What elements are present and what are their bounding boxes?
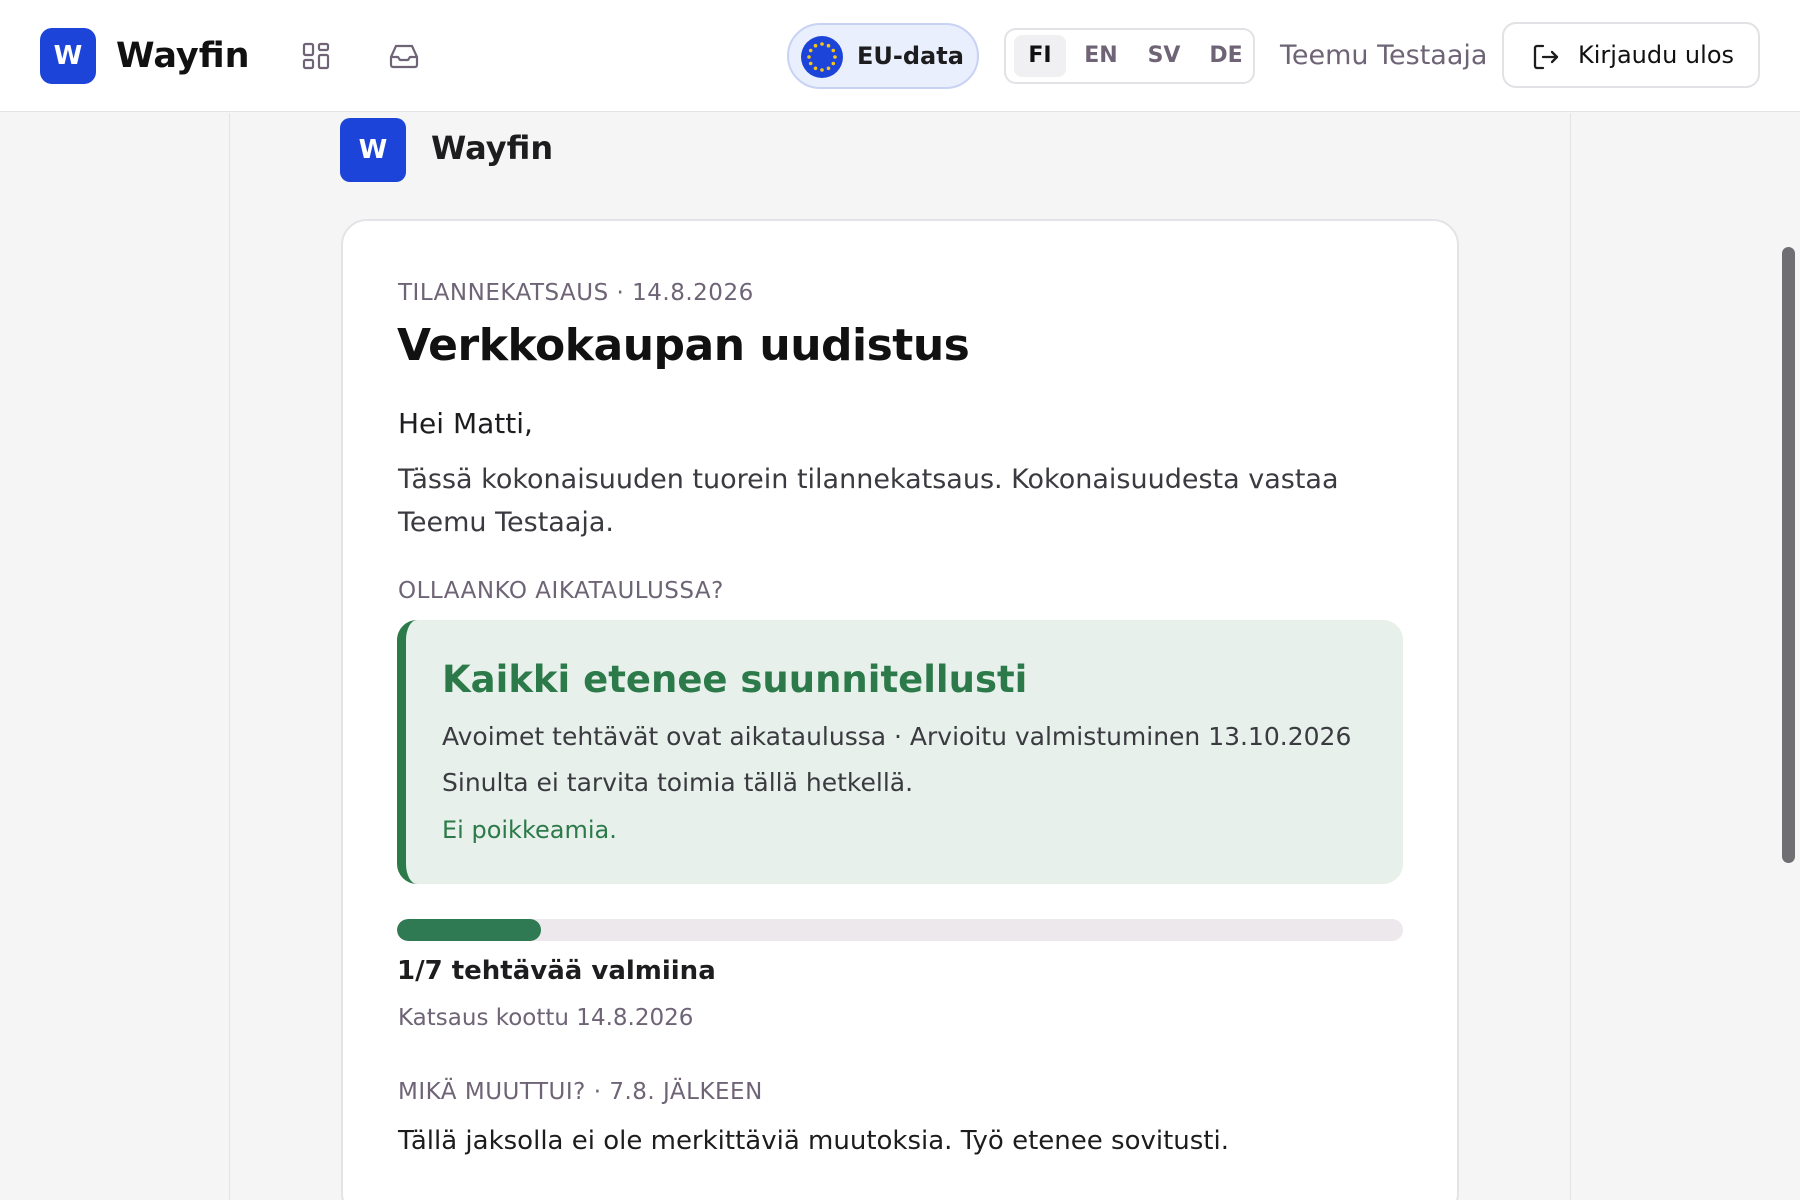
logout-button[interactable]: Kirjaudu ulos [1502, 22, 1760, 88]
language-fi[interactable]: FI [1014, 35, 1066, 77]
page-title: Verkkokaupan uudistus [397, 320, 970, 371]
inbox-icon[interactable] [384, 36, 424, 76]
report-eyebrow: TILANNEKATSAUS · 14.8.2026 [398, 280, 754, 306]
status-title: Kaikki etenee suunnitellusti [442, 658, 1028, 701]
eu-data-button[interactable]: EU-data [787, 23, 979, 89]
status-schedule-line: Avoimet tehtävät ovat aikataulussa · Arv… [442, 722, 1352, 751]
status-action-line: Sinulta ei tarvita toimia tällä hetkellä… [442, 768, 914, 797]
language-en[interactable]: EN [1075, 35, 1127, 77]
logout-icon [1533, 44, 1559, 70]
grid-icon[interactable] [296, 36, 336, 76]
org-name: Wayfin [431, 129, 554, 167]
progress-bar [397, 919, 1403, 941]
intro-text: Tässä kokonaisuuden tuorein tilannekatsa… [398, 464, 1339, 538]
user-name: Teemu Testaaja [1280, 40, 1488, 71]
status-note: Ei poikkeamia. [442, 816, 617, 844]
eu-data-label: EU-data [857, 42, 964, 70]
brand-logo[interactable]: W [40, 28, 96, 84]
progress-label: 1/7 tehtävää valmiina [397, 956, 716, 986]
org-logo: W [340, 118, 406, 182]
language-de[interactable]: DE [1200, 35, 1252, 77]
progress-fill [397, 919, 541, 941]
compiled-date: Katsaus koottu 14.8.2026 [398, 1005, 694, 1031]
eu-flag-icon [801, 36, 843, 78]
language-sv[interactable]: SV [1138, 35, 1190, 77]
greeting: Hei Matti, [398, 407, 533, 440]
brand-name[interactable]: Wayfin [116, 30, 250, 82]
top-bar: W Wayfin EU-data FI EN SV DE Teemu Testa… [0, 0, 1800, 112]
scrollbar-thumb[interactable] [1782, 247, 1795, 863]
logout-label: Kirjaudu ulos [1578, 41, 1734, 69]
changes-heading: MIKÄ MUUTTUI? · 7.8. JÄLKEEN [398, 1079, 763, 1105]
changes-text: Tällä jaksolla ei ole merkittäviä muutok… [398, 1126, 1229, 1156]
schedule-heading: OLLAANKO AIKATAULUSSA? [398, 578, 724, 604]
language-switcher: FI EN SV DE [1004, 28, 1255, 84]
